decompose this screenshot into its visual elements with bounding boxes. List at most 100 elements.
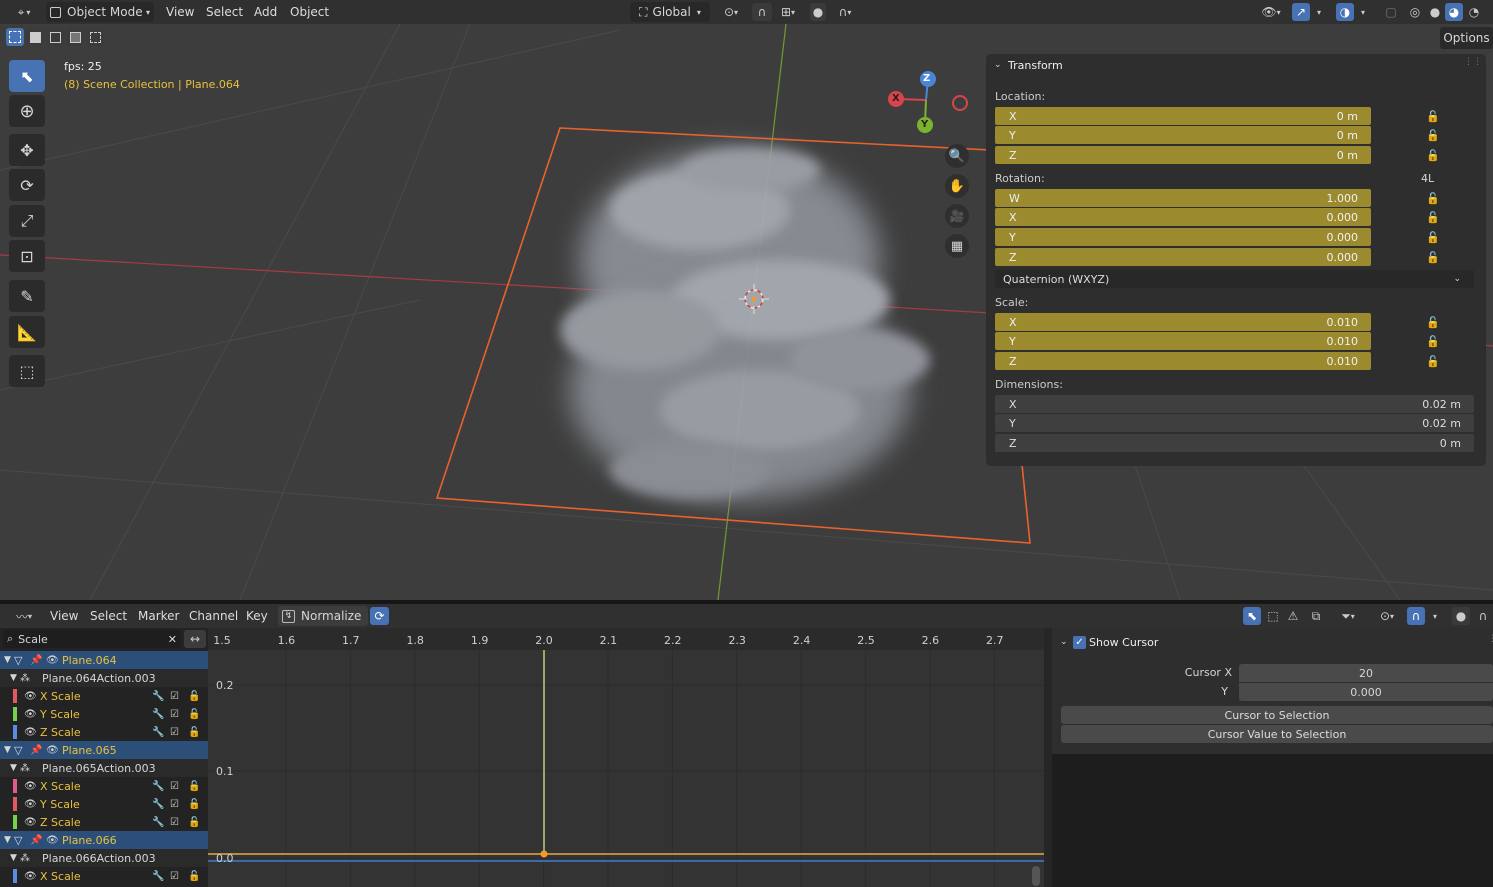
select-extend-icon[interactable]: [26, 28, 44, 46]
editor-type-icon[interactable]: ⌖ ▾: [8, 3, 40, 21]
select-subtract-icon[interactable]: [46, 28, 64, 46]
rotation-4l-toggle[interactable]: 4L: [1421, 172, 1434, 185]
material-shading-icon[interactable]: ◕: [1445, 3, 1463, 21]
select-intersect-icon[interactable]: [86, 28, 104, 46]
snap-icon[interactable]: ∩: [1407, 607, 1425, 625]
lock-icon[interactable]: 🔓: [1426, 149, 1440, 162]
drag-handle-icon[interactable]: ⋮⋮: [1488, 634, 1493, 644]
menu-view[interactable]: View: [160, 0, 200, 24]
zoom-button[interactable]: 🔍: [945, 144, 969, 168]
snap-target-icon[interactable]: ⊞ ▾: [774, 3, 802, 21]
graph-area[interactable]: 1.5 1.6 1.7 1.8 1.9 2.0 2.1 2.2 2.3 2.4 2.5 2.6 2.7 …: [208, 628, 1044, 887]
ge-menu-marker[interactable]: Marker: [132, 604, 185, 628]
channel-object-row[interactable]: ▼ ▽ 📌 👁 Plane.065: [0, 741, 208, 759]
channel-action-row[interactable]: ▼ ⁂ Plane.064Action.003: [0, 669, 208, 687]
gizmo-y-label[interactable]: Y: [921, 119, 928, 130]
rotation-z-field[interactable]: Z 0.000: [995, 248, 1371, 266]
annotate-tool[interactable]: ✎: [9, 280, 45, 312]
falloff-icon[interactable]: ∩ ▾: [830, 3, 860, 21]
create-ghost-icon[interactable]: ⧉: [1307, 607, 1325, 625]
cursor-value-to-selection-button[interactable]: Cursor Value to Selection: [1061, 725, 1493, 743]
select-new-icon[interactable]: [6, 28, 24, 46]
show-cursor-checkbox[interactable]: ✓: [1073, 636, 1086, 649]
gizmo-toggle-icon[interactable]: ↗: [1292, 3, 1310, 21]
show-hidden-icon[interactable]: ⬚: [1264, 607, 1282, 625]
vertical-scrollbar[interactable]: [1032, 866, 1040, 886]
rendered-shading-icon[interactable]: ◔: [1465, 3, 1483, 21]
rotation-y-field[interactable]: Y 0.000: [995, 228, 1371, 246]
transform-orientation-dropdown[interactable]: ⛶ Global ▾: [630, 2, 710, 22]
gizmo-x-label[interactable]: X: [892, 93, 900, 104]
proportional-edit-icon[interactable]: ●: [810, 3, 826, 21]
menu-object[interactable]: Object: [284, 0, 335, 24]
chevron-down-icon[interactable]: ▾: [1312, 3, 1326, 21]
rotation-mode-dropdown[interactable]: Quaternion (WXYZ) ⌄: [995, 270, 1474, 288]
location-x-field[interactable]: X0 m: [995, 107, 1371, 125]
filter-icon[interactable]: ⏷ ▾: [1333, 607, 1363, 625]
solid-shading-icon[interactable]: ●: [1426, 3, 1444, 21]
ge-menu-view[interactable]: View: [44, 604, 84, 628]
add-cube-tool[interactable]: ⬚: [9, 355, 45, 387]
menu-add[interactable]: Add: [248, 0, 283, 24]
wireframe-shading-icon[interactable]: ◎: [1406, 3, 1424, 21]
cursor-y-field[interactable]: 0.000: [1239, 683, 1493, 701]
pivot-point-icon[interactable]: ⊙ ▾: [716, 3, 746, 21]
graph-editor-type-icon[interactable]: 〰 ▾: [8, 607, 40, 625]
scale-z-field[interactable]: Z 0.010: [995, 352, 1371, 370]
panel-title[interactable]: Transform: [1008, 59, 1063, 72]
transform-tool[interactable]: ⊡: [9, 240, 45, 272]
cursor-tool[interactable]: ⊕: [9, 95, 45, 127]
ge-menu-channel[interactable]: Channel: [183, 604, 244, 628]
lock-icon[interactable]: 🔓: [1426, 335, 1440, 348]
xray-icon[interactable]: ▢: [1382, 3, 1400, 21]
fcurve-row[interactable]: 👁 X Scale 🔧 ☑ 🔓: [0, 777, 208, 795]
select-box-tool[interactable]: ⬉: [9, 60, 45, 92]
scale-tool[interactable]: ⤢: [9, 205, 45, 237]
lock-icon[interactable]: 🔓: [1426, 192, 1440, 205]
channel-search-field[interactable]: ⌕ Scale ✕: [3, 630, 181, 648]
move-tool[interactable]: ✥: [9, 134, 45, 166]
channel-object-row[interactable]: ▼ ▽ 📌 👁 Plane.066: [0, 831, 208, 849]
lock-icon[interactable]: 🔓: [1426, 316, 1440, 329]
only-selected-icon[interactable]: ⬉: [1243, 607, 1261, 625]
options-button[interactable]: Options: [1440, 27, 1493, 49]
dimension-z-field[interactable]: Z0 m: [995, 434, 1474, 452]
fcurve-row[interactable]: 👁 Y Scale 🔧 ☑ 🔓: [0, 795, 208, 813]
perspective-toggle-button[interactable]: ▦: [945, 234, 969, 258]
cursor-to-selection-button[interactable]: Cursor to Selection: [1061, 706, 1493, 724]
ge-menu-select[interactable]: Select: [84, 604, 133, 628]
location-z-field[interactable]: Z0 m: [995, 146, 1371, 164]
chevron-down-icon[interactable]: ⌄: [1060, 637, 1068, 647]
channel-action-row[interactable]: ▼ ⁂ Plane.065Action.003: [0, 759, 208, 777]
lock-icon[interactable]: 🔓: [1426, 211, 1440, 224]
fcurve-row[interactable]: 👁 Z Scale 🔧 ☑ 🔓: [0, 813, 208, 831]
gizmo-z-label[interactable]: Z: [923, 73, 930, 84]
snap-icon[interactable]: ∩: [752, 3, 772, 21]
lock-icon[interactable]: 🔓: [1426, 251, 1440, 264]
pivot-icon[interactable]: ⊙ ▾: [1372, 607, 1402, 625]
dimension-x-field[interactable]: X 0.02 m: [995, 395, 1474, 413]
dimension-y-field[interactable]: Y 0.02 m: [995, 414, 1474, 432]
menu-select[interactable]: Select: [200, 0, 249, 24]
mode-dropdown[interactable]: Object Mode ▾: [46, 2, 154, 22]
fcurve-row[interactable]: 👁 Y Scale 🔧 ☑ 🔓: [0, 705, 208, 723]
auto-normalize-icon[interactable]: ⟳: [370, 607, 389, 625]
chevron-down-icon[interactable]: ▾: [1356, 3, 1370, 21]
pan-button[interactable]: ✋: [945, 174, 969, 198]
measure-tool[interactable]: 📐: [9, 316, 45, 348]
camera-view-button[interactable]: 🎥: [945, 204, 969, 228]
chevron-down-icon[interactable]: ▾: [1428, 607, 1442, 625]
location-y-field[interactable]: Y0 m: [995, 126, 1371, 144]
3d-viewport[interactable]: Z X Y ⌖ ▾ Object Mode ▾ View Select Add O…: [0, 0, 1493, 600]
only-errors-icon[interactable]: ⚠: [1284, 607, 1302, 625]
rotation-w-field[interactable]: W 1.000: [995, 189, 1371, 207]
lock-icon[interactable]: 🔓: [1426, 231, 1440, 244]
lock-icon[interactable]: 🔓: [1426, 355, 1440, 368]
fcurve-row[interactable]: 👁 Z Scale 🔧 ☑ 🔓: [0, 723, 208, 741]
cursor-x-field[interactable]: 20: [1239, 664, 1493, 682]
scale-x-field[interactable]: X 0.010: [995, 313, 1371, 331]
rotate-tool[interactable]: ⟳: [9, 169, 45, 201]
overlays-icon[interactable]: ◑: [1336, 3, 1354, 21]
falloff-icon[interactable]: ∩: [1473, 607, 1493, 625]
channel-object-row[interactable]: ▼ ▽ 📌 👁 Plane.064: [0, 651, 208, 669]
